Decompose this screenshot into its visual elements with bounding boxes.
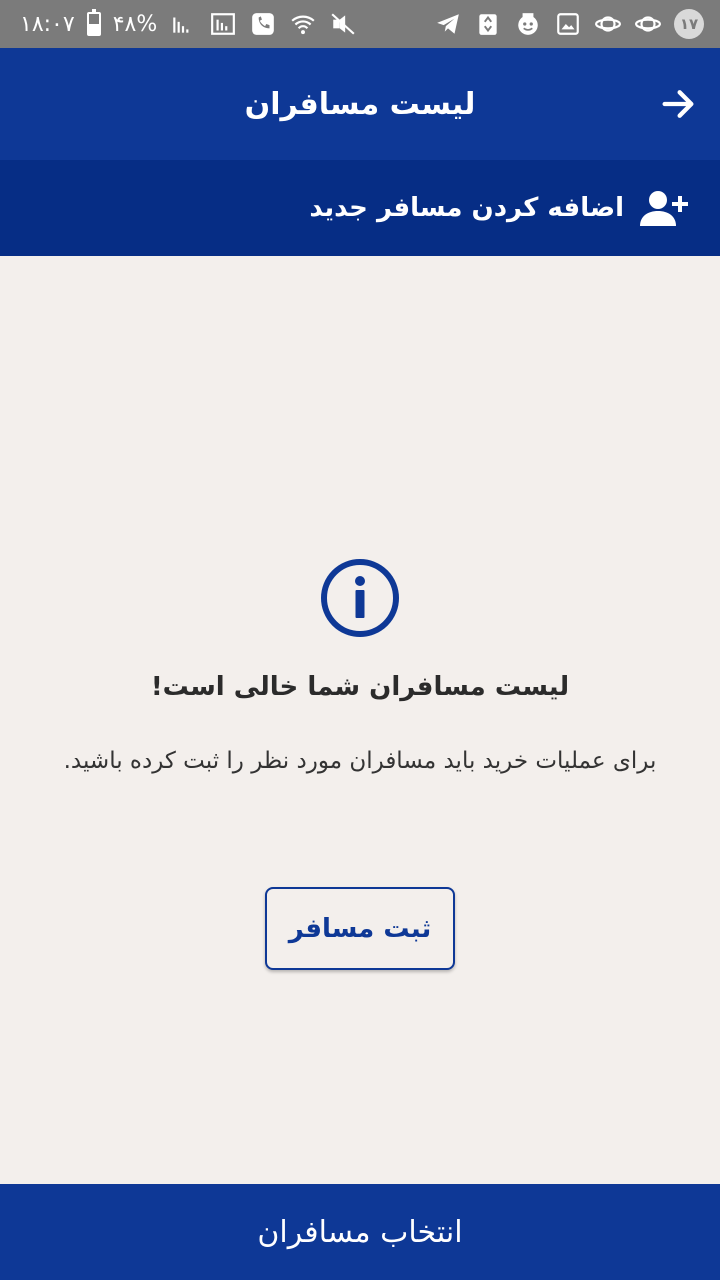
status-bar: ۱۸:۰۷ ۴۸% ۱۷: [0, 0, 720, 48]
register-passenger-label: ثبت مسافر: [288, 913, 432, 944]
add-passenger-label: اضافه کردن مسافر جدید: [309, 193, 624, 223]
status-bar-left: ۱۸:۰۷ ۴۸%: [20, 9, 357, 38]
status-bar-right: ۱۷: [434, 9, 704, 39]
phone-call-icon: [249, 10, 277, 38]
register-passenger-button[interactable]: ثبت مسافر: [265, 887, 455, 970]
telegram-icon: [434, 10, 462, 38]
add-passenger-button[interactable]: اضافه کردن مسافر جدید: [0, 160, 720, 256]
app-bar: لیست مسافران: [0, 48, 720, 160]
select-passengers-button[interactable]: انتخاب مسافران: [0, 1184, 720, 1280]
empty-state-title: لیست مسافران شما خالی است!: [150, 672, 570, 702]
back-button[interactable]: [656, 82, 700, 126]
battery-icon: [86, 9, 101, 36]
wifi-icon: [289, 10, 317, 38]
app-icon: [514, 10, 542, 38]
signal-icon-2: [209, 10, 237, 38]
select-passengers-label: انتخاب مسافران: [257, 1214, 463, 1250]
empty-state-description: برای عملیات خرید باید مسافران مورد نظر ر…: [63, 748, 657, 774]
saturn-icon: [594, 10, 622, 38]
status-time: ۱۸:۰۷: [20, 11, 75, 37]
arrow-right-icon: [662, 90, 694, 118]
page-title: لیست مسافران: [244, 86, 476, 122]
saturn-icon-2: [634, 10, 662, 38]
battery-percent: ۴۸%: [112, 11, 158, 37]
mute-icon: [329, 10, 357, 38]
recycle-icon: [474, 10, 502, 38]
screen: ۱۸:۰۷ ۴۸% ۱۷ لیست مسافران اضافه کردن مسا…: [0, 0, 720, 1280]
image-icon: [554, 10, 582, 38]
info-icon: [320, 558, 400, 638]
add-person-icon: [638, 188, 690, 228]
signal-icon: [169, 10, 197, 38]
notification-count-badge: ۱۷: [674, 9, 704, 39]
